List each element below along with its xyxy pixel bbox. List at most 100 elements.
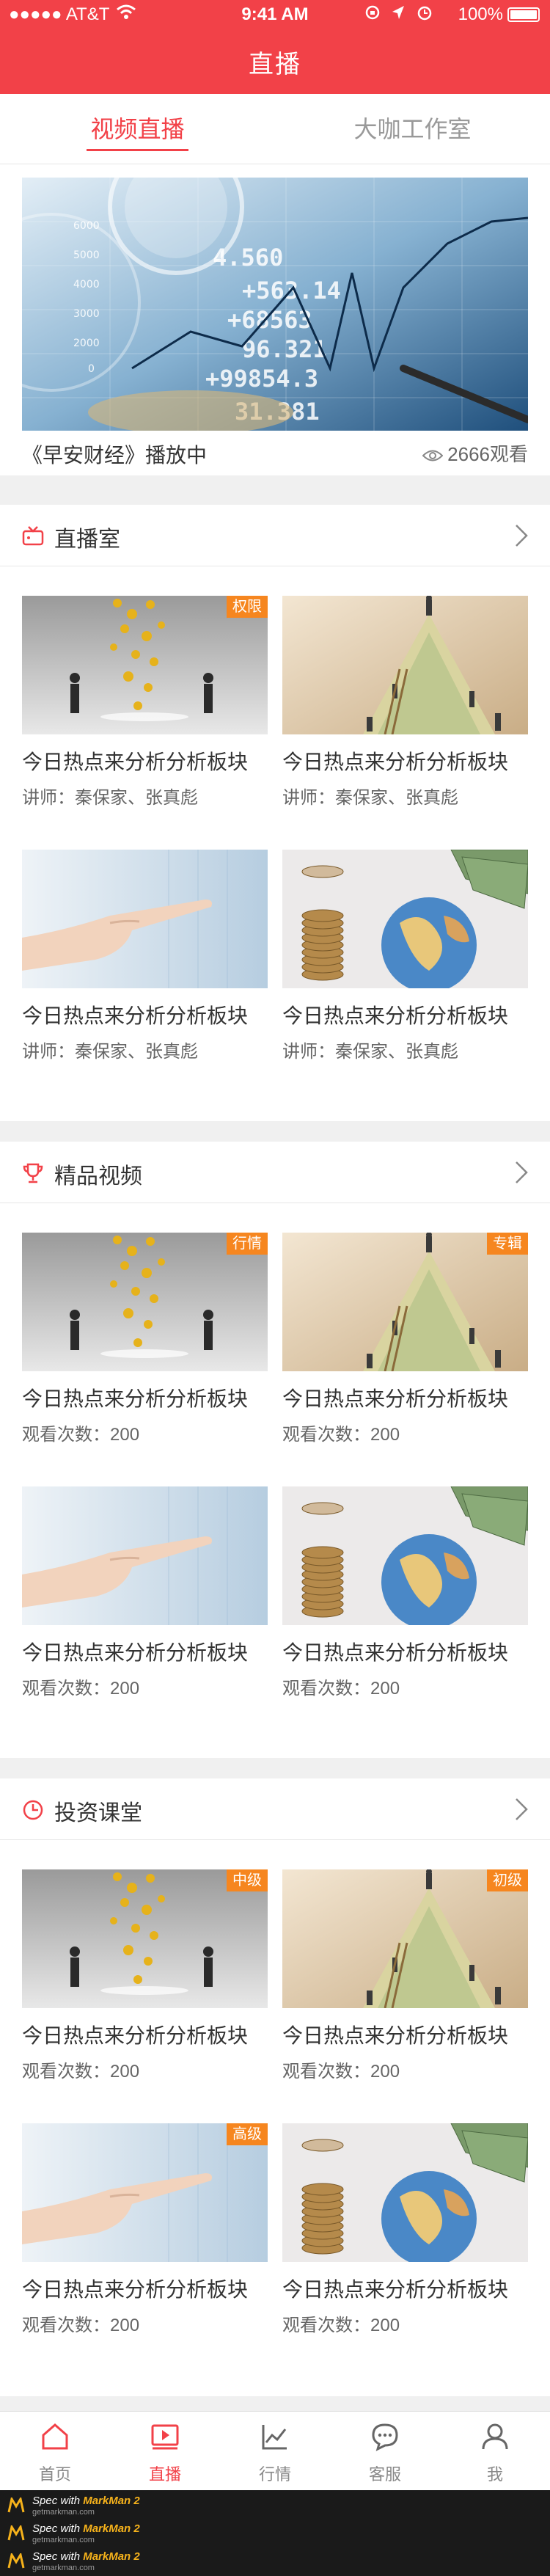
card-badge: 中级 bbox=[227, 1869, 268, 1891]
video-card[interactable]: 今日热点来分析分析板块 讲师：秦保家、张真彪 bbox=[282, 850, 528, 1062]
investment-class-section: 投资课堂 中级 今日热点来分析分析板块 观看次数：200 初级 今日热点来分析分析板块观… bbox=[0, 1778, 550, 2396]
section-header[interactable]: 精品视频 bbox=[0, 1142, 550, 1203]
markman-logo-icon bbox=[7, 2525, 25, 2541]
svg-text:6000: 6000 bbox=[73, 220, 100, 232]
location-icon bbox=[392, 6, 405, 19]
svg-text:2000: 2000 bbox=[73, 337, 100, 349]
nav-label: 首页 bbox=[38, 2465, 71, 2484]
nav-label: 客服 bbox=[368, 2465, 401, 2484]
nav-live[interactable]: 直播 bbox=[110, 2412, 220, 2491]
markman-watermark: Spec with MarkMan 2 getmarkman.com Spec … bbox=[0, 2490, 550, 2576]
banner-image[interactable]: 4.560 +563.14 +68563 96.321 +99854.3 31.… bbox=[22, 178, 528, 431]
home-icon bbox=[42, 2423, 68, 2450]
card-badge: 行情 bbox=[227, 1233, 268, 1255]
chevron-right-icon[interactable] bbox=[515, 1798, 528, 1821]
nav-label: 行情 bbox=[258, 2465, 291, 2484]
markman-logo-icon bbox=[7, 2553, 25, 2569]
chevron-right-icon[interactable] bbox=[515, 524, 528, 547]
card-badge: 初级 bbox=[487, 1869, 528, 1891]
card-title: 今日热点来分析分析板块 bbox=[282, 1641, 509, 1664]
card-title: 今日热点来分析分析板块 bbox=[22, 2278, 249, 2301]
nav-support[interactable]: 客服 bbox=[330, 2412, 440, 2491]
featured-videos-section: 精品视频 行情 今日热点来分析分析板块 观看次数：200 专辑 今日热点来分析分析板块观… bbox=[0, 1142, 550, 1758]
section-header[interactable]: 直播室 bbox=[0, 505, 550, 566]
status-bar: ●●●●● AT&T 9:41 AM 100% bbox=[0, 0, 550, 29]
card-title: 今日热点来分析分析板块 bbox=[22, 1641, 249, 1664]
chat-icon bbox=[372, 2423, 398, 2451]
chevron-right-icon[interactable] bbox=[515, 1161, 528, 1184]
card-title: 今日热点来分析分析板块 bbox=[282, 1004, 509, 1027]
nav-market[interactable]: 行情 bbox=[220, 2412, 330, 2491]
banner-view-count: 2666观看 bbox=[422, 439, 528, 467]
section-header[interactable]: 投资课堂 bbox=[0, 1778, 550, 1840]
section-title: 直播室 bbox=[54, 528, 120, 552]
nav-label: 我 bbox=[486, 2465, 503, 2484]
svg-text:+99854.3: +99854.3 bbox=[205, 365, 318, 393]
nav-label: 直播 bbox=[148, 2465, 181, 2484]
video-card[interactable]: 今日热点来分析分析板块 观看次数：200 bbox=[22, 1486, 268, 1699]
tab-active-underline bbox=[87, 149, 188, 151]
rotation-lock-icon bbox=[365, 5, 379, 20]
video-card[interactable]: 中级今日热点来分析分析板块观看次数：200 bbox=[22, 1869, 268, 2082]
card-title: 今日热点来分析分析板块 bbox=[22, 751, 249, 773]
battery-percent: 100% bbox=[458, 4, 503, 24]
live-room-section: 直播室 权限 今日热点来分析分析板块 讲师：秦保家、张真彪 今日热点来分析分析板块 讲师… bbox=[0, 505, 550, 1121]
nav-me[interactable]: 我 bbox=[440, 2412, 550, 2491]
card-subtitle: 观看次数：200 bbox=[282, 1679, 400, 1699]
card-subtitle: 讲师：秦保家、张真彪 bbox=[282, 788, 458, 808]
eye-icon bbox=[422, 450, 444, 461]
card-subtitle: 观看次数：200 bbox=[282, 1425, 400, 1445]
video-card[interactable]: 初级 今日热点来分析分析板块 观看次数：200 bbox=[282, 1869, 528, 2082]
page-title: 直播 bbox=[249, 51, 301, 79]
tab-video-live[interactable]: 视频直播 bbox=[0, 94, 275, 164]
card-subtitle: 讲师：秦保家、张真彪 bbox=[282, 1042, 458, 1062]
card-subtitle: 观看次数：200 bbox=[22, 2316, 140, 2335]
chart-line-icon bbox=[262, 2425, 287, 2450]
nav-home[interactable]: 首页 bbox=[0, 2412, 110, 2491]
card-subtitle: 观看次数：200 bbox=[22, 1425, 140, 1445]
card-title: 今日热点来分析分析板块 bbox=[282, 751, 509, 773]
video-thumbnail bbox=[282, 2123, 528, 2262]
watermark-url: getmarkman.com bbox=[32, 2564, 95, 2572]
video-thumbnail: 高级 bbox=[22, 2123, 268, 2262]
video-card[interactable]: 今日热点来分析分析板块 讲师：秦保家、张真彪 bbox=[282, 596, 528, 809]
card-title: 今日热点来分析分析板块 bbox=[22, 2024, 249, 2047]
video-thumbnail: 权限 bbox=[22, 596, 268, 734]
svg-text:3000: 3000 bbox=[73, 308, 100, 320]
video-thumbnail bbox=[282, 850, 528, 988]
watermark-brand: MarkMan 2 bbox=[83, 2550, 140, 2563]
card-title: 今日热点来分析分析板块 bbox=[22, 1004, 249, 1027]
tv-icon bbox=[22, 526, 44, 546]
video-card[interactable]: 今日热点来分析分析板块 观看次数：200 bbox=[282, 2123, 528, 2336]
video-thumbnail: 初级 bbox=[282, 1869, 528, 2008]
svg-text:0: 0 bbox=[88, 363, 95, 375]
video-card[interactable]: 权限 今日热点来分析分析板块 讲师：秦保家、张真彪 bbox=[22, 596, 268, 809]
video-card[interactable]: 高级今日热点来分析分析板块观看次数：200 bbox=[22, 2123, 268, 2336]
video-thumbnail: 专辑 bbox=[282, 1233, 528, 1371]
card-subtitle: 观看次数：200 bbox=[22, 1679, 140, 1699]
video-card[interactable]: 今日热点来分析分析板块 讲师：秦保家、张真彪 bbox=[22, 850, 268, 1062]
video-thumbnail: 行情 bbox=[22, 1233, 268, 1371]
status-icons bbox=[364, 4, 433, 26]
svg-text:5000: 5000 bbox=[73, 249, 100, 261]
video-thumbnail bbox=[282, 596, 528, 734]
view-count-text: 2666观看 bbox=[447, 443, 528, 465]
section-title: 投资课堂 bbox=[54, 1801, 142, 1825]
video-card[interactable]: 专辑 今日热点来分析分析板块 观看次数：200 bbox=[282, 1233, 528, 1445]
tab-label: 视频直播 bbox=[90, 116, 185, 142]
watermark-url: getmarkman.com bbox=[32, 2508, 95, 2517]
card-subtitle: 观看次数：200 bbox=[22, 2062, 140, 2081]
tab-bar: 视频直播 大咖工作室 bbox=[0, 94, 550, 164]
card-subtitle: 讲师：秦保家、张真彪 bbox=[22, 1042, 198, 1062]
svg-text:4000: 4000 bbox=[73, 279, 100, 291]
card-badge: 权限 bbox=[227, 596, 268, 618]
banner-section: 4.560 +563.14 +68563 96.321 +99854.3 31.… bbox=[0, 164, 550, 475]
video-thumbnail: 中级 bbox=[22, 1869, 268, 2008]
watermark-url: getmarkman.com bbox=[32, 2536, 95, 2544]
tab-expert-studio[interactable]: 大咖工作室 bbox=[275, 94, 550, 164]
video-card[interactable]: 今日热点来分析分析板块 观看次数：200 bbox=[282, 1486, 528, 1699]
video-thumbnail bbox=[22, 1486, 268, 1625]
video-card[interactable]: 行情 今日热点来分析分析板块 观看次数：200 bbox=[22, 1233, 268, 1445]
card-badge: 专辑 bbox=[487, 1233, 528, 1255]
watermark-brand: MarkMan 2 bbox=[83, 2522, 140, 2535]
